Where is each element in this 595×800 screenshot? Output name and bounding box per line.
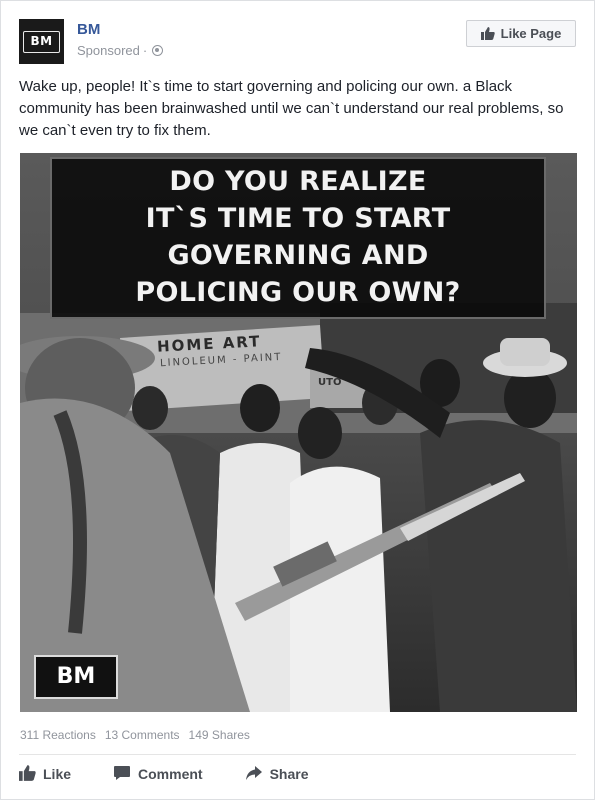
comments-count[interactable]: 13 Comments: [105, 728, 180, 742]
reactions-count[interactable]: 311 Reactions: [20, 728, 96, 742]
comment-label: Comment: [138, 766, 203, 782]
share-icon: [245, 765, 263, 784]
actions-divider: [19, 754, 576, 755]
sponsored-label[interactable]: Sponsored: [77, 43, 140, 58]
store-sign-fragment: UTO: [318, 377, 342, 388]
like-label: Like: [43, 766, 72, 782]
comment-button[interactable]: Comment: [113, 765, 203, 784]
share-label: Share: [269, 766, 309, 782]
bm-logo-badge: BM: [34, 655, 118, 699]
headline-line: POLICING OUR OWN?: [135, 277, 461, 308]
globe-icon[interactable]: [152, 45, 164, 56]
avatar-logo-text: BM: [23, 30, 60, 53]
post-actions: Like Comment Share: [19, 763, 576, 785]
engagement-stats: 311 Reactions 13 Comments 149 Shares: [20, 728, 250, 742]
page-avatar[interactable]: BM: [19, 19, 64, 64]
like-page-button[interactable]: Like Page: [466, 20, 576, 47]
comment-icon: [113, 765, 131, 784]
post-meta: Sponsored ·: [77, 43, 164, 58]
post-header: BM BM Sponsored · Like Page: [19, 19, 576, 67]
share-button[interactable]: Share: [245, 765, 309, 784]
headline-line: IT`S TIME TO START: [145, 203, 451, 234]
shares-count[interactable]: 149 Shares: [189, 728, 250, 742]
thumbs-up-icon: [19, 764, 36, 784]
sponsored-post: BM BM Sponsored · Like Page Wake up, peo…: [0, 0, 595, 800]
post-image[interactable]: HOME ART LINOLEUM - PAINT UTO DO YOU REA…: [20, 153, 577, 712]
page-name-link[interactable]: BM: [77, 21, 100, 38]
headline-line: GOVERNING AND: [167, 240, 429, 271]
image-headline: DO YOU REALIZE IT`S TIME TO START GOVERN…: [50, 157, 546, 319]
headline-line: DO YOU REALIZE: [169, 166, 427, 197]
meta-separator: ·: [142, 43, 148, 58]
like-button[interactable]: Like: [19, 764, 72, 784]
thumbs-up-icon: [480, 27, 495, 40]
post-body-text: Wake up, people! It`s time to start gove…: [19, 78, 564, 139]
like-page-label: Like Page: [500, 26, 562, 41]
